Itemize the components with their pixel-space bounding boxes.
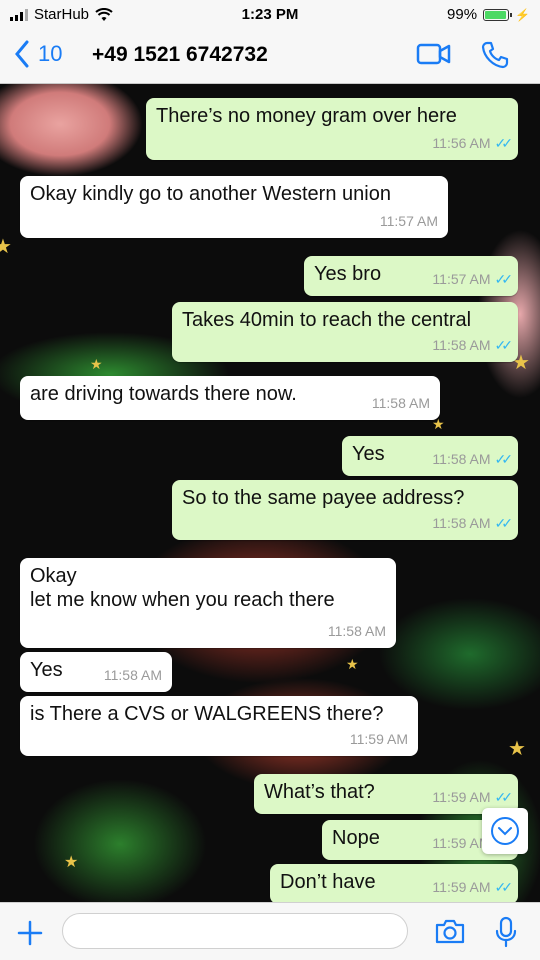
message-time: 11:59 AM xyxy=(349,731,408,747)
message-outgoing[interactable]: Yes 11:58 AM ✓✓ xyxy=(342,436,518,476)
message-text: Okay kindly go to another Western union xyxy=(30,183,391,205)
message-time: 11:58 AM xyxy=(432,451,491,467)
wallpaper-star-icon: ★ xyxy=(0,236,12,258)
message-incoming[interactable]: Yes 11:58 AM xyxy=(20,652,172,692)
message-incoming[interactable]: Okay let me know when you reach there 11… xyxy=(20,558,396,648)
phone-call-icon[interactable] xyxy=(480,40,510,70)
unread-count: 10 xyxy=(38,41,63,66)
message-input-bar xyxy=(0,902,540,960)
message-incoming[interactable]: Okay kindly go to another Western union … xyxy=(20,176,448,238)
battery-percent: 99% xyxy=(447,6,478,23)
message-meta: 11:59 AM xyxy=(350,727,408,751)
message-time: 11:58 AM xyxy=(327,623,386,639)
message-meta: 11:58 AM ✓✓ xyxy=(432,447,514,471)
message-meta: 11:57 AM ✓✓ xyxy=(432,267,514,291)
message-meta: 11:58 AM xyxy=(104,663,162,687)
message-outgoing[interactable]: Takes 40min to reach the central 11:58 A… xyxy=(172,302,518,362)
plus-icon[interactable] xyxy=(16,919,44,947)
read-ticks-icon: ✓✓ xyxy=(494,451,514,467)
read-ticks-icon: ✓✓ xyxy=(494,271,514,287)
wallpaper-star-icon: ★ xyxy=(90,356,103,372)
message-meta: 11:56 AM ✓✓ xyxy=(432,131,514,155)
wallpaper-star-icon: ★ xyxy=(64,854,79,871)
message-meta: 11:59 AM✓✓ xyxy=(432,875,514,899)
message-meta: 11:58 AM xyxy=(372,391,430,415)
message-meta: 11:57 AM xyxy=(380,209,438,233)
message-text-line2: let me know when you reach there xyxy=(30,589,335,611)
message-meta: 11:58 AM xyxy=(328,619,386,643)
message-incoming[interactable]: is There a CVS or WALGREENS there? 11:59… xyxy=(20,696,418,756)
message-text: Takes 40min to reach the central xyxy=(182,309,472,331)
message-text: There’s no money gram over here xyxy=(156,105,457,127)
message-incoming[interactable]: are driving towards there now. 11:58 AM xyxy=(20,376,440,420)
message-outgoing[interactable]: What’s that? 11:59 AM ✓✓ xyxy=(254,774,518,814)
message-meta: 11:58 AM ✓✓ xyxy=(432,333,514,357)
message-time: 11:58 AM xyxy=(103,667,162,683)
message-time: 11:59 AM xyxy=(432,879,491,895)
message-text: are driving towards there now. xyxy=(30,383,297,405)
chat-header: 10 +49 1521 6742732 xyxy=(0,30,540,84)
chevron-down-icon xyxy=(491,817,519,845)
message-text: is There a CVS or WALGREENS there? xyxy=(30,703,384,725)
chat-area[interactable]: ★ ★ ★ ★ ★ ★ ★ There’s no money gram over… xyxy=(0,84,540,902)
message-outgoing[interactable]: Don’t have 11:59 AM ✓✓ xyxy=(270,864,518,902)
message-text: Okay xyxy=(30,565,77,587)
read-ticks-icon: ✓✓ xyxy=(494,515,514,531)
read-ticks-icon: ✓✓ xyxy=(494,135,514,151)
wallpaper-star-icon: ★ xyxy=(508,738,526,760)
status-bar: StarHub 1:23 PM 99% ⚡ xyxy=(0,0,540,30)
camera-icon[interactable] xyxy=(434,916,466,946)
contact-title[interactable]: +49 1521 6742732 xyxy=(92,43,268,67)
message-time: 11:58 AM xyxy=(432,515,491,531)
read-ticks-icon: ✓✓ xyxy=(494,879,514,895)
message-outgoing[interactable]: There’s no money gram over here 11:56 AM… xyxy=(146,98,518,160)
wallpaper-star-icon: ★ xyxy=(346,656,359,672)
battery-icon xyxy=(483,8,513,21)
microphone-icon[interactable] xyxy=(494,916,518,948)
back-button[interactable]: 10 xyxy=(14,40,62,68)
battery-info: 99% ⚡ xyxy=(447,6,530,23)
message-time: 11:56 AM xyxy=(432,135,491,151)
chevron-left-icon xyxy=(15,40,29,68)
message-outgoing[interactable]: So to the same payee address? 11:58 AM ✓✓ xyxy=(172,480,518,540)
message-outgoing[interactable]: Yes bro 11:57 AM ✓✓ xyxy=(304,256,518,296)
message-text: So to the same payee address? xyxy=(182,487,465,509)
charging-icon: ⚡ xyxy=(515,7,530,22)
message-input[interactable] xyxy=(62,913,408,949)
scroll-to-bottom-button[interactable] xyxy=(482,808,528,854)
message-meta: 11:58 AM ✓✓ xyxy=(432,511,514,535)
message-time: 11:57 AM xyxy=(432,271,491,287)
read-ticks-icon: ✓✓ xyxy=(494,337,514,353)
video-call-icon[interactable] xyxy=(416,40,452,68)
message-time: 11:57 AM xyxy=(379,213,438,229)
message-time: 11:58 AM xyxy=(432,337,491,353)
message-time: 11:58 AM xyxy=(371,395,430,411)
message-meta: 11:59 AM✓✓ xyxy=(432,785,514,809)
read-ticks-icon: ✓✓ xyxy=(494,789,514,805)
message-time: 11:59 AM xyxy=(432,789,491,805)
